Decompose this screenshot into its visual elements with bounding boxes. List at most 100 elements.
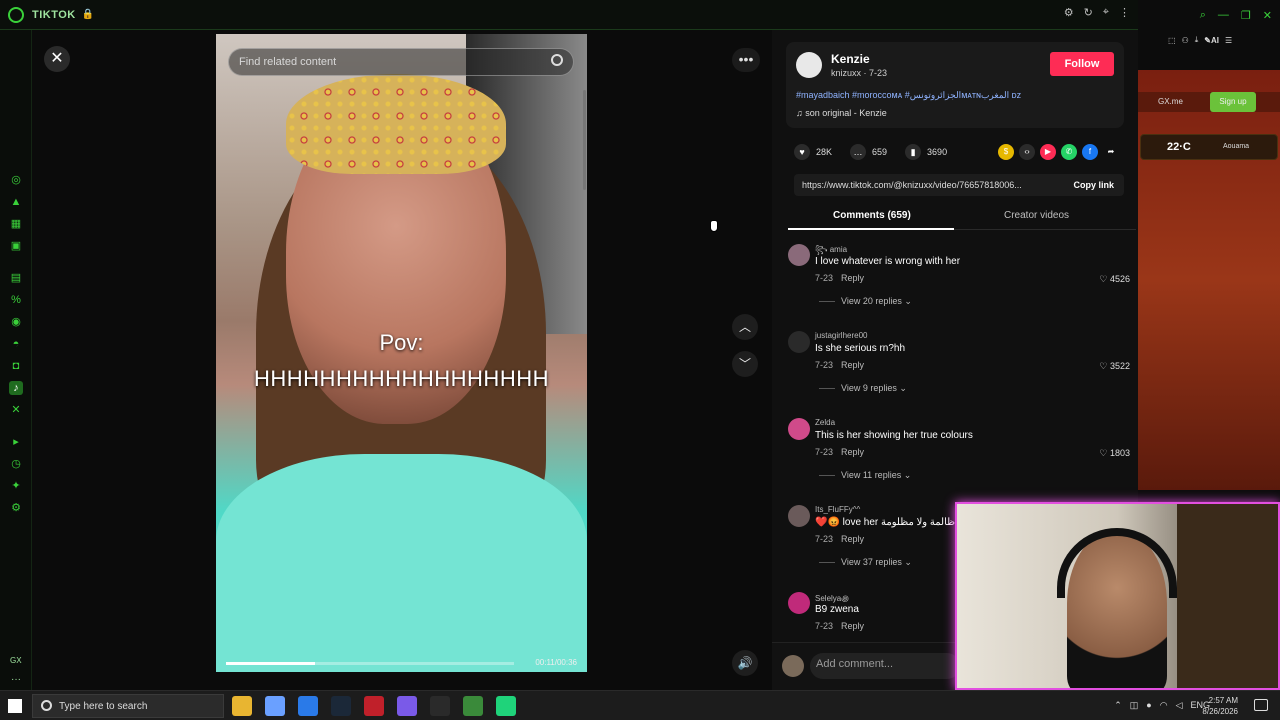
menu-icon[interactable]: ☰ <box>1225 36 1232 45</box>
file-explorer-icon[interactable] <box>232 696 252 716</box>
maximize-icon[interactable]: ❐ <box>1241 9 1251 22</box>
history-icon[interactable]: ◷ <box>9 457 23 471</box>
tab-creator-videos[interactable]: Creator videos <box>1004 210 1069 221</box>
close-icon[interactable]: ✕ <box>1263 9 1272 22</box>
comment-stat[interactable]: … 659 <box>850 144 887 160</box>
opera-gx-icon[interactable] <box>364 696 384 716</box>
commenter-avatar[interactable] <box>788 331 810 353</box>
gxme-link[interactable]: GX.me <box>1158 97 1183 106</box>
notification-icon[interactable] <box>1254 699 1268 711</box>
profile-icon[interactable]: ⚇ <box>1182 36 1189 45</box>
settings-icon[interactable]: ⚙ <box>1064 6 1074 19</box>
like-stat[interactable]: ♥ 28K <box>794 144 832 160</box>
more-options-button[interactable]: ••• <box>732 48 760 72</box>
commenter-avatar[interactable] <box>788 244 810 266</box>
whatsapp-share-icon[interactable]: ✆ <box>1061 144 1077 160</box>
commenter-avatar[interactable] <box>788 418 810 440</box>
video-url[interactable]: https://www.tiktok.com/@knizuxx/video/76… <box>802 180 1044 190</box>
music-info[interactable]: ♫ son original - Kenzie <box>796 108 887 118</box>
more-horizontal-icon[interactable]: ··· <box>11 674 21 685</box>
view-replies-button[interactable]: View 9 replies ⌄ <box>819 383 907 394</box>
mail-icon[interactable] <box>298 696 318 716</box>
ai-icon[interactable]: ✎AI <box>1204 36 1219 45</box>
tab-comments[interactable]: Comments (659) <box>833 210 911 221</box>
more-vertical-icon[interactable]: ⋮ <box>1119 6 1130 19</box>
next-video-button[interactable]: ﹀ <box>732 351 758 377</box>
tiktok-icon[interactable]: ♪ <box>9 381 23 395</box>
commenter-avatar[interactable] <box>788 505 810 527</box>
reply-button[interactable]: Reply <box>841 360 864 370</box>
search-icon[interactable] <box>551 54 563 66</box>
chevron-up-icon[interactable]: ⌃ <box>1114 700 1122 711</box>
settings-gear-icon[interactable]: ⚙ <box>9 501 23 515</box>
obs-icon[interactable] <box>496 696 516 716</box>
share-arrow-icon[interactable]: ➦ <box>1103 144 1119 160</box>
commenter-name[interactable]: Zelda <box>815 418 835 427</box>
discord-icon[interactable]: ◓ <box>9 337 23 351</box>
video-progress-bar[interactable] <box>226 662 514 665</box>
copy-link-button[interactable]: Copy link <box>1073 180 1114 190</box>
player-icon[interactable]: ▸ <box>9 435 23 449</box>
facebook-icon[interactable]: f <box>1082 144 1098 160</box>
news-icon[interactable]: ▦ <box>9 217 23 231</box>
reply-button[interactable]: Reply <box>841 621 864 631</box>
commenter-name[interactable]: Its_FluFFy^^ <box>815 505 860 514</box>
signup-button[interactable]: Sign up <box>1210 92 1256 112</box>
download-icon[interactable]: ⤓ <box>1195 35 1199 45</box>
minimize-icon[interactable]: — <box>1218 9 1229 21</box>
instagram-icon[interactable]: ◘ <box>9 359 23 373</box>
security-icon[interactable] <box>430 696 450 716</box>
discord-taskbar-icon[interactable] <box>397 696 417 716</box>
coin-icon[interactable]: $ <box>998 144 1014 160</box>
taskbar-search[interactable]: Type here to search <box>32 694 224 718</box>
reply-button[interactable]: Reply <box>841 273 864 283</box>
reply-button[interactable]: Reply <box>841 534 864 544</box>
commenter-name[interactable]: justagirlhere00 <box>815 331 867 340</box>
comment-likes[interactable]: ♡ 1803 <box>1099 448 1130 459</box>
volume-button[interactable]: 🔊 <box>732 650 758 676</box>
refresh-icon[interactable]: ↻ <box>1084 6 1093 19</box>
heart-icon[interactable]: ♥ <box>794 144 810 160</box>
view-replies-button[interactable]: View 11 replies ⌄ <box>819 470 911 481</box>
save-stat[interactable]: ▮ 3690 <box>905 144 947 160</box>
steam-icon[interactable] <box>331 696 351 716</box>
view-replies-button[interactable]: View 37 replies ⌄ <box>819 557 912 568</box>
commenter-avatar[interactable] <box>788 592 810 614</box>
messenger-icon[interactable]: ▣ <box>9 239 23 253</box>
author-avatar[interactable] <box>796 52 822 78</box>
store-icon[interactable] <box>265 696 285 716</box>
wifi-icon[interactable]: ◠ <box>1160 700 1168 711</box>
video-player[interactable]: Find related content Pov: HHHHHHHHHHHHHH… <box>216 34 587 672</box>
view-replies-button[interactable]: View 20 replies ⌄ <box>819 296 912 307</box>
commenter-name[interactable]: Selelya꩜ <box>815 592 849 604</box>
bookmark-icon[interactable]: ▮ <box>905 144 922 160</box>
app-v-icon[interactable] <box>463 696 483 716</box>
follow-button[interactable]: Follow <box>1050 52 1114 76</box>
twitch-icon[interactable]: ▤ <box>9 271 23 285</box>
previous-video-button[interactable]: ︿ <box>732 314 758 340</box>
x-icon[interactable]: ✕ <box>9 403 23 417</box>
author-name[interactable]: Kenzie <box>831 52 870 66</box>
related-search-bar[interactable]: Find related content <box>228 48 574 76</box>
search-icon[interactable]: ⌕ <box>1200 9 1206 22</box>
whatsapp-icon[interactable]: ◉ <box>9 315 23 329</box>
network-icon[interactable]: ◫ <box>1130 700 1139 711</box>
percent-icon[interactable]: % <box>9 293 23 307</box>
comment-likes[interactable]: ♡ 3522 <box>1099 361 1130 372</box>
comment-icon[interactable]: … <box>850 144 867 160</box>
send-icon[interactable]: ▶ <box>1040 144 1056 160</box>
clock[interactable]: 2:57 AM 8/26/2026 <box>1202 695 1238 717</box>
hashtags[interactable]: #mayadbaich #moroccoᴍᴀ #الجزائروتونسᴍᴀᴛɴ… <box>796 90 1021 101</box>
snapshot-icon[interactable]: ⬚ <box>1168 36 1176 45</box>
video-scrollbar[interactable] <box>583 90 586 190</box>
extensions-icon[interactable]: ✦ <box>9 479 23 493</box>
windows-start-icon[interactable] <box>8 699 22 713</box>
volume-icon[interactable]: ◁ <box>1176 700 1183 711</box>
shop-icon[interactable]: ▲ <box>9 195 23 209</box>
pin-icon[interactable]: ⌖ <box>1103 6 1109 19</box>
mic-icon[interactable]: ● <box>1146 700 1151 711</box>
reply-button[interactable]: Reply <box>841 447 864 457</box>
speed-dial-icon[interactable]: ◎ <box>9 173 23 187</box>
comment-likes[interactable]: ♡ 4526 <box>1099 274 1130 285</box>
embed-icon[interactable]: ‹› <box>1019 144 1035 160</box>
